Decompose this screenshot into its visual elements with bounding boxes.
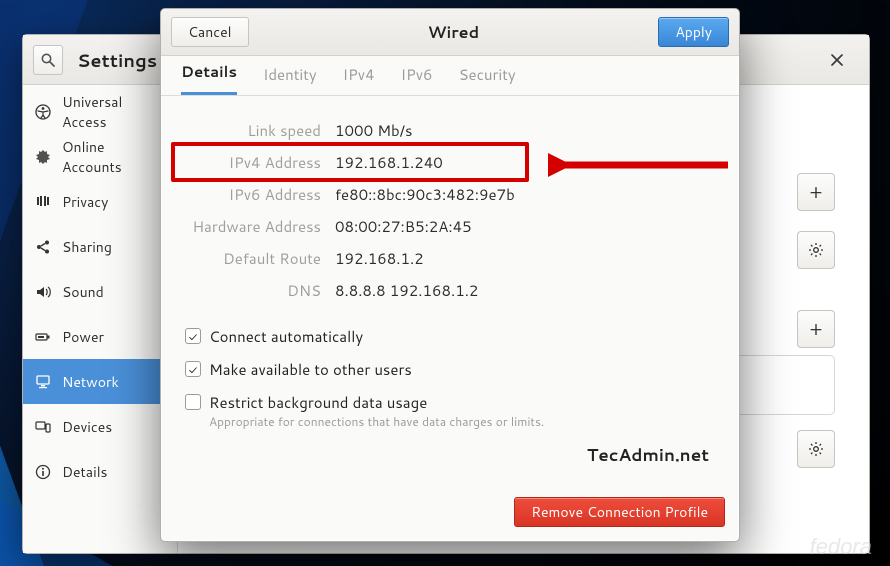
settings-title: Settings — [77, 47, 157, 73]
dialog-footer: Remove Connection Profile — [161, 483, 739, 541]
value-ipv6-address: fe80::8bc:90c3:482:9e7b — [335, 184, 515, 205]
search-icon — [40, 52, 56, 68]
checkbox-available-others[interactable] — [185, 361, 201, 377]
row-link-speed: Link speed 1000 Mb/s — [185, 114, 715, 146]
gear-icon — [808, 242, 824, 258]
row-default-route: Default Route 192.168.1.2 — [185, 242, 715, 274]
dialog-tabs: Details Identity IPv4 IPv6 Security — [161, 56, 739, 96]
label-hardware-address: Hardware Address — [185, 216, 335, 237]
add-wired-button[interactable]: + — [797, 173, 835, 211]
details-icon — [35, 464, 51, 480]
sidebar-item-online-accounts[interactable]: Online Accounts — [23, 134, 177, 179]
cancel-button[interactable]: Cancel — [171, 17, 249, 47]
sidebar-item-power[interactable]: Power — [23, 314, 177, 359]
sidebar-item-label: Devices — [62, 417, 112, 437]
checkbox-label: Restrict background data usage — [209, 392, 544, 413]
tab-details[interactable]: Details — [181, 61, 237, 95]
proxy-settings-button[interactable] — [797, 430, 835, 468]
label-ipv6-address: IPv6 Address — [185, 184, 335, 205]
checkbox-connect-auto[interactable] — [185, 328, 201, 344]
apply-button[interactable]: Apply — [658, 17, 729, 47]
sidebar-item-privacy[interactable]: Privacy — [23, 179, 177, 224]
dialog-header: Cancel Wired Apply — [161, 9, 739, 56]
sound-icon — [35, 284, 51, 300]
sidebar-item-label: Sound — [62, 282, 104, 302]
sidebar-item-label: Power — [62, 327, 104, 347]
tab-identity[interactable]: Identity — [263, 64, 317, 95]
label-dns: DNS — [185, 280, 335, 301]
plus-icon: + — [810, 179, 823, 206]
plus-icon: + — [810, 316, 823, 343]
close-icon — [829, 52, 845, 68]
sidebar-item-label: Privacy — [62, 192, 108, 212]
checkbox-label: Make available to other users — [209, 359, 412, 380]
search-button[interactable] — [33, 45, 63, 75]
sidebar-item-sharing[interactable]: Sharing — [23, 224, 177, 269]
sidebar-item-sound[interactable]: Sound — [23, 269, 177, 314]
tab-security[interactable]: Security — [459, 64, 516, 95]
checkbox-label: Connect automatically — [209, 326, 363, 347]
sidebar-item-details[interactable]: Details — [23, 449, 177, 494]
value-dns: 8.8.8.8 192.168.1.2 — [335, 280, 478, 301]
checkbox-row-available-others[interactable]: Make available to other users — [185, 353, 715, 386]
checkbox-row-connect-auto[interactable]: Connect automatically — [185, 320, 715, 353]
sidebar-item-devices[interactable]: Devices — [23, 404, 177, 449]
sidebar-item-label: Universal Access — [62, 92, 165, 132]
options-section: Connect automatically Make available to … — [161, 312, 739, 436]
sidebar-item-label: Network — [62, 372, 119, 392]
privacy-icon — [35, 194, 51, 210]
tab-ipv6[interactable]: IPv6 — [401, 64, 433, 95]
sidebar-item-network[interactable]: Network — [23, 359, 177, 404]
network-icon — [35, 374, 51, 390]
distro-logo-text: fedora — [810, 534, 872, 560]
label-ipv4-address: IPv4 Address — [185, 152, 335, 173]
devices-icon — [35, 419, 51, 435]
watermark-tecadmin: TecAdmin.net — [587, 443, 709, 467]
add-vpn-button[interactable]: + — [797, 310, 835, 348]
sidebar-item-label: Sharing — [62, 237, 112, 257]
checkbox-restrict-bg[interactable] — [185, 394, 201, 410]
row-dns: DNS 8.8.8.8 192.168.1.2 — [185, 274, 715, 306]
universal-access-icon — [35, 104, 51, 120]
tab-ipv4[interactable]: IPv4 — [343, 64, 375, 95]
sidebar-item-label: Details — [62, 462, 108, 482]
value-hardware-address: 08:00:27:B5:2A:45 — [335, 216, 472, 237]
remove-connection-button[interactable]: Remove Connection Profile — [514, 497, 725, 527]
value-ipv4-address: 192.168.1.240 — [335, 152, 443, 173]
row-hardware-address: Hardware Address 08:00:27:B5:2A:45 — [185, 210, 715, 242]
checkbox-hint: Appropriate for connections that have da… — [209, 413, 544, 430]
dialog-title: Wired — [249, 21, 659, 44]
label-default-route: Default Route — [185, 248, 335, 269]
gear-icon — [808, 441, 824, 457]
wired-settings-button[interactable] — [797, 231, 835, 269]
power-icon — [35, 329, 51, 345]
value-link-speed: 1000 Mb/s — [335, 120, 412, 141]
settings-sidebar: Universal Access Online Accounts Privacy… — [23, 85, 178, 553]
close-button[interactable] — [815, 36, 859, 84]
row-ipv6-address: IPv6 Address fe80::8bc:90c3:482:9e7b — [185, 178, 715, 210]
checkbox-row-restrict-bg[interactable]: Restrict background data usage Appropria… — [185, 386, 715, 436]
value-default-route: 192.168.1.2 — [335, 248, 424, 269]
online-accounts-icon — [35, 149, 51, 165]
row-ipv4-address: IPv4 Address 192.168.1.240 — [185, 146, 715, 178]
label-link-speed: Link speed — [185, 120, 335, 141]
sidebar-item-label: Online Accounts — [62, 137, 165, 177]
sharing-icon — [35, 239, 51, 255]
details-panel: Link speed 1000 Mb/s IPv4 Address 192.16… — [161, 96, 739, 312]
sidebar-item-universal-access[interactable]: Universal Access — [23, 89, 177, 134]
wired-dialog: Cancel Wired Apply Details Identity IPv4… — [160, 8, 740, 542]
